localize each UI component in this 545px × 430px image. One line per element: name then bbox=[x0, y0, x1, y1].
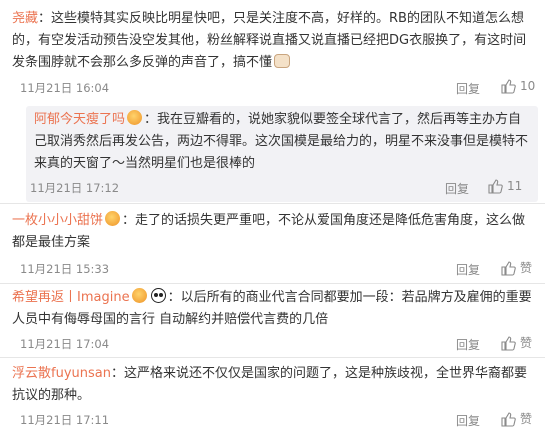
timestamp: 11月21日 17:11 bbox=[20, 413, 110, 427]
emoji-icon bbox=[131, 288, 147, 303]
reply-button[interactable]: 回复 bbox=[456, 261, 480, 278]
comment-body: 一枚小小小甜饼 ：走了的话损失更严重吧，不论从爱国角度还是降低危害角度，这么做都是… bbox=[12, 210, 535, 254]
thumbs-up-icon bbox=[501, 79, 516, 94]
comment-body: 浮云散fuyunsan：这严格来说还不仅仅是国家的问题了，这是种族歧视，全世界华… bbox=[12, 363, 535, 407]
quoted-comment: 阿郁今天瘦了吗 ：我在豆瓣看的，说她家貌似要签全球代言了，然后再等主办方自己取消秀… bbox=[26, 106, 538, 202]
comment-meta: 11月21日 16:04 回复 10 bbox=[20, 78, 535, 98]
comment-item: 一枚小小小甜饼 ：走了的话损失更严重吧，不论从爱国角度还是降低危害角度，这么做都是… bbox=[0, 204, 545, 284]
reply-button[interactable]: 回复 bbox=[445, 180, 469, 197]
username-link[interactable]: 浮云散fuyunsan bbox=[12, 366, 111, 381]
like-button[interactable]: 10 bbox=[500, 78, 535, 94]
thumbs-up-icon bbox=[501, 411, 516, 427]
timestamp: 11月21日 16:04 bbox=[20, 81, 110, 95]
like-button[interactable]: 赞 bbox=[500, 410, 532, 427]
timestamp: 11月21日 17:12 bbox=[30, 181, 120, 195]
comment-body: 尧藏：这些模特其实反映比明星快吧，只是关注度不高，好样的。RB的团队不知道怎么想… bbox=[12, 8, 535, 74]
username-link[interactable]: 阿郁今天瘦了吗 bbox=[34, 112, 125, 127]
like-button[interactable]: 11 bbox=[487, 178, 522, 194]
panda-icon bbox=[150, 288, 166, 303]
comment-item: 浮云散fuyunsan：这严格来说还不仅仅是国家的问题了，这是种族歧视，全世界华… bbox=[0, 358, 545, 430]
cat-icon bbox=[274, 54, 291, 68]
comment-meta: 11月21日 17:04 回复 赞 bbox=[20, 334, 533, 354]
comment-text: ：这些模特其实反映比明星快吧，只是关注度不高，好样的。RB的团队不知道怎么想的，… bbox=[12, 11, 527, 70]
like-button[interactable]: 赞 bbox=[500, 334, 532, 351]
reply-button[interactable]: 回复 bbox=[456, 412, 480, 429]
like-button[interactable]: 赞 bbox=[500, 259, 532, 276]
thumbs-up-icon bbox=[501, 260, 516, 276]
emoji-icon bbox=[127, 110, 143, 125]
like-count: 赞 bbox=[520, 412, 533, 426]
username-link[interactable]: 一枚小小小甜饼 bbox=[12, 213, 103, 228]
like-count: 赞 bbox=[520, 336, 533, 350]
timestamp: 11月21日 15:33 bbox=[20, 262, 110, 276]
like-count: 10 bbox=[520, 79, 536, 93]
thumbs-up-icon bbox=[488, 179, 503, 194]
reply-button[interactable]: 回复 bbox=[456, 336, 480, 353]
like-count: 赞 bbox=[520, 261, 533, 275]
comment-meta: 11月21日 15:33 回复 赞 bbox=[20, 259, 533, 279]
reply-button[interactable]: 回复 bbox=[456, 80, 480, 97]
like-count: 11 bbox=[507, 179, 523, 193]
comment-body: 阿郁今天瘦了吗 ：我在豆瓣看的，说她家貌似要签全球代言了，然后再等主办方自己取消秀… bbox=[34, 109, 530, 175]
username-link[interactable]: 希望再返丨Imagine bbox=[12, 290, 130, 305]
username-link[interactable]: 尧藏 bbox=[12, 11, 38, 26]
thumbs-up-icon bbox=[501, 335, 516, 351]
emoji-icon bbox=[105, 211, 121, 226]
comment-body: 希望再返丨Imagine ：以后所有的商业代言合同都要加一段：若品牌方及雇佣的重要… bbox=[12, 287, 535, 331]
timestamp: 11月21日 17:04 bbox=[20, 337, 110, 351]
comment-item: 尧藏：这些模特其实反映比明星快吧，只是关注度不高，好样的。RB的团队不知道怎么想… bbox=[0, 0, 545, 104]
comment-meta: 11月21日 17:12 回复 11 bbox=[30, 178, 530, 198]
comment-meta: 11月21日 17:11 回复 赞 bbox=[20, 410, 533, 430]
comment-item: 希望再返丨Imagine ：以后所有的商业代言合同都要加一段：若品牌方及雇佣的重要… bbox=[0, 284, 545, 356]
